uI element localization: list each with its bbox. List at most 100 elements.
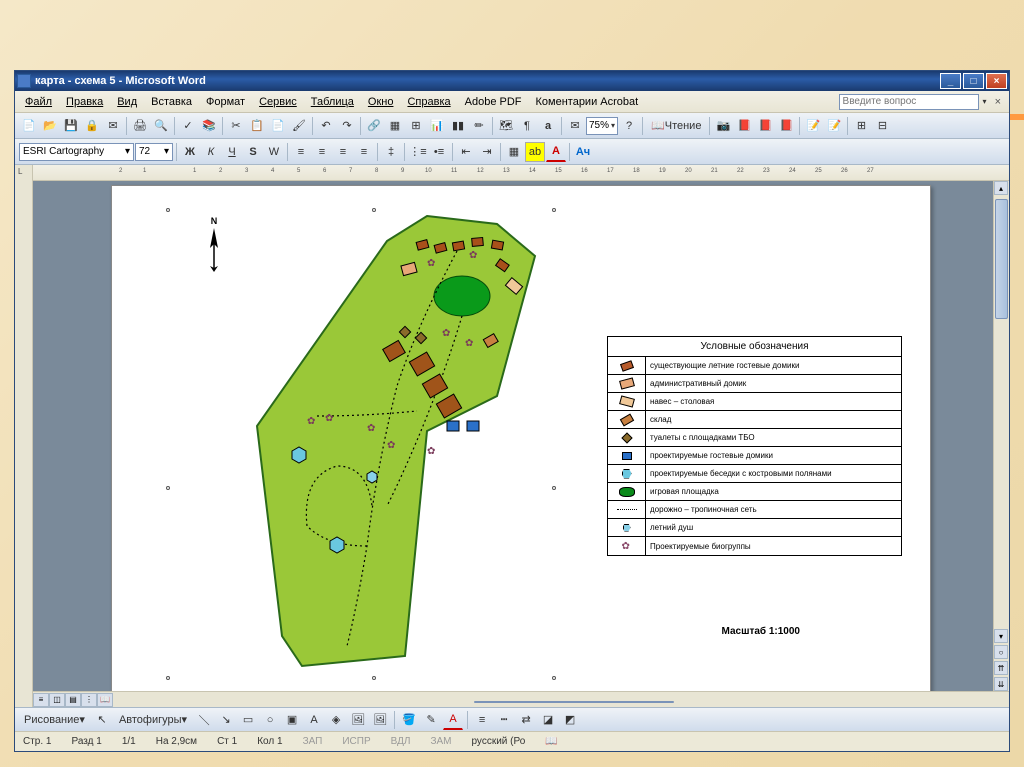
- scroll-up-button[interactable]: ▴: [994, 181, 1008, 195]
- line-button[interactable]: ＼: [194, 710, 214, 730]
- menu-table[interactable]: Таблица: [305, 94, 360, 110]
- menu-file[interactable]: Файл: [19, 94, 58, 110]
- research-button[interactable]: 📚: [199, 116, 219, 136]
- tables-borders-button[interactable]: ▦: [385, 116, 405, 136]
- save-button[interactable]: 💾: [61, 116, 81, 136]
- help-button[interactable]: ?: [619, 116, 639, 136]
- menu-help[interactable]: Справка: [401, 94, 456, 110]
- hscroll-thumb[interactable]: [474, 701, 674, 703]
- extra-button2[interactable]: ⊟: [872, 116, 892, 136]
- spelling-button[interactable]: ✓: [178, 116, 198, 136]
- new-doc-button[interactable]: 📄: [19, 116, 39, 136]
- format-painter-button[interactable]: 🖌: [289, 116, 309, 136]
- hyperlink-button[interactable]: 🔗: [364, 116, 384, 136]
- show-marks-button[interactable]: ¶: [517, 116, 537, 136]
- bold-button[interactable]: Ж: [180, 142, 200, 162]
- menu-insert[interactable]: Вставка: [145, 94, 198, 110]
- camera-button[interactable]: 📷: [713, 116, 733, 136]
- next-page-button[interactable]: ⇊: [994, 677, 1008, 691]
- align-center-button[interactable]: ≡: [312, 142, 332, 162]
- prev-page-button[interactable]: ⇈: [994, 661, 1008, 675]
- acrobat-button1[interactable]: 📝: [803, 116, 823, 136]
- align-right-button[interactable]: ≡: [333, 142, 353, 162]
- close-button[interactable]: ×: [986, 73, 1007, 89]
- normal-view-button[interactable]: ≡: [33, 693, 49, 707]
- permission-button[interactable]: 🔒: [82, 116, 102, 136]
- scroll-down-button[interactable]: ▾: [994, 629, 1008, 643]
- underline-button[interactable]: Ч: [222, 142, 242, 162]
- line-color-button[interactable]: ✎: [421, 710, 441, 730]
- textbox-button[interactable]: ▣: [282, 710, 302, 730]
- excel-button[interactable]: 📊: [427, 116, 447, 136]
- select-objects-button[interactable]: ↖: [92, 710, 112, 730]
- browse-object-button[interactable]: ○: [994, 645, 1008, 659]
- oval-button[interactable]: ○: [260, 710, 280, 730]
- redo-button[interactable]: ↷: [337, 116, 357, 136]
- pdf-button3[interactable]: 📕: [776, 116, 796, 136]
- dash-style-button[interactable]: ┅: [494, 710, 514, 730]
- extra-button1[interactable]: ⊞: [851, 116, 871, 136]
- reading-layout-button[interactable]: 📖 Чтение: [646, 116, 706, 136]
- doc-map-button[interactable]: 🗺: [496, 116, 516, 136]
- copy-button[interactable]: 📋: [247, 116, 267, 136]
- vertical-scrollbar[interactable]: ▴ ▾ ○ ⇈ ⇊: [993, 181, 1009, 691]
- menu-window[interactable]: Окно: [362, 94, 400, 110]
- font-size-combo[interactable]: 72▾: [135, 143, 173, 161]
- font-color-draw-button[interactable]: A: [443, 710, 463, 730]
- undo-button[interactable]: ↶: [316, 116, 336, 136]
- menu-format[interactable]: Формат: [200, 94, 251, 110]
- document-viewport[interactable]: N: [33, 181, 1009, 691]
- email-button[interactable]: ✉: [103, 116, 123, 136]
- scroll-thumb[interactable]: [995, 199, 1008, 319]
- print-preview-button[interactable]: 🔍: [151, 116, 171, 136]
- help-close[interactable]: ×: [991, 96, 1005, 108]
- align-left-button[interactable]: ≡: [291, 142, 311, 162]
- print-view-button[interactable]: ▤: [65, 693, 81, 707]
- insert-table-button[interactable]: ⊞: [406, 116, 426, 136]
- envelope-button[interactable]: ✉: [565, 116, 585, 136]
- outdent-button[interactable]: ⇤: [456, 142, 476, 162]
- font-color-button[interactable]: A: [546, 142, 566, 162]
- 3d-style-button[interactable]: ◩: [560, 710, 580, 730]
- picture-button[interactable]: 🖼: [370, 710, 390, 730]
- lang-check-button[interactable]: Ач: [573, 142, 593, 162]
- menu-acrobat-comments[interactable]: Коментарии Acrobat: [530, 94, 645, 110]
- horizontal-ruler[interactable]: 21 12 34 56 78 910 1112 1314 1516 1718 1…: [33, 165, 1009, 181]
- open-button[interactable]: 📂: [40, 116, 60, 136]
- print-button[interactable]: 🖨: [130, 116, 150, 136]
- numbering-button[interactable]: ⋮≡: [408, 142, 428, 162]
- drawing-button[interactable]: ✏: [469, 116, 489, 136]
- rectangle-button[interactable]: ▭: [238, 710, 258, 730]
- diagram-button[interactable]: ◈: [326, 710, 346, 730]
- pdf-button2[interactable]: 📕: [755, 116, 775, 136]
- cut-button[interactable]: ✂: [226, 116, 246, 136]
- acrobat-button2[interactable]: 📝: [824, 116, 844, 136]
- at-button[interactable]: a: [538, 116, 558, 136]
- web-view-button[interactable]: ◫: [49, 693, 65, 707]
- highlight-button[interactable]: ab: [525, 142, 545, 162]
- pdf-button[interactable]: 📕: [734, 116, 754, 136]
- clipart-button[interactable]: 🖼: [348, 710, 368, 730]
- paste-button[interactable]: 📄: [268, 116, 288, 136]
- wordart-insert-button[interactable]: A: [304, 710, 324, 730]
- outline-view-button[interactable]: ⋮: [81, 693, 97, 707]
- borders-button[interactable]: ▦: [504, 142, 524, 162]
- arrow-style-button[interactable]: ⇄: [516, 710, 536, 730]
- menu-view[interactable]: Вид: [111, 94, 143, 110]
- minimize-button[interactable]: _: [940, 73, 961, 89]
- reading-view-button[interactable]: 📖: [97, 693, 113, 707]
- indent-button[interactable]: ⇥: [477, 142, 497, 162]
- shadow-style-button[interactable]: ◪: [538, 710, 558, 730]
- drawing-menu[interactable]: Рисование ▾: [19, 710, 90, 730]
- maximize-button[interactable]: □: [963, 73, 984, 89]
- font-name-combo[interactable]: ESRI Cartography▾: [19, 143, 134, 161]
- line-spacing-button[interactable]: ‡: [381, 142, 401, 162]
- vertical-ruler[interactable]: L: [15, 165, 33, 707]
- fill-color-button[interactable]: 🪣: [399, 710, 419, 730]
- menu-adobe-pdf[interactable]: Adobe PDF: [459, 94, 528, 110]
- shadow-button[interactable]: S: [243, 142, 263, 162]
- line-style-button[interactable]: ≡: [472, 710, 492, 730]
- zoom-combo[interactable]: 75%▾: [586, 117, 618, 135]
- menu-edit[interactable]: Правка: [60, 94, 109, 110]
- italic-button[interactable]: К: [201, 142, 221, 162]
